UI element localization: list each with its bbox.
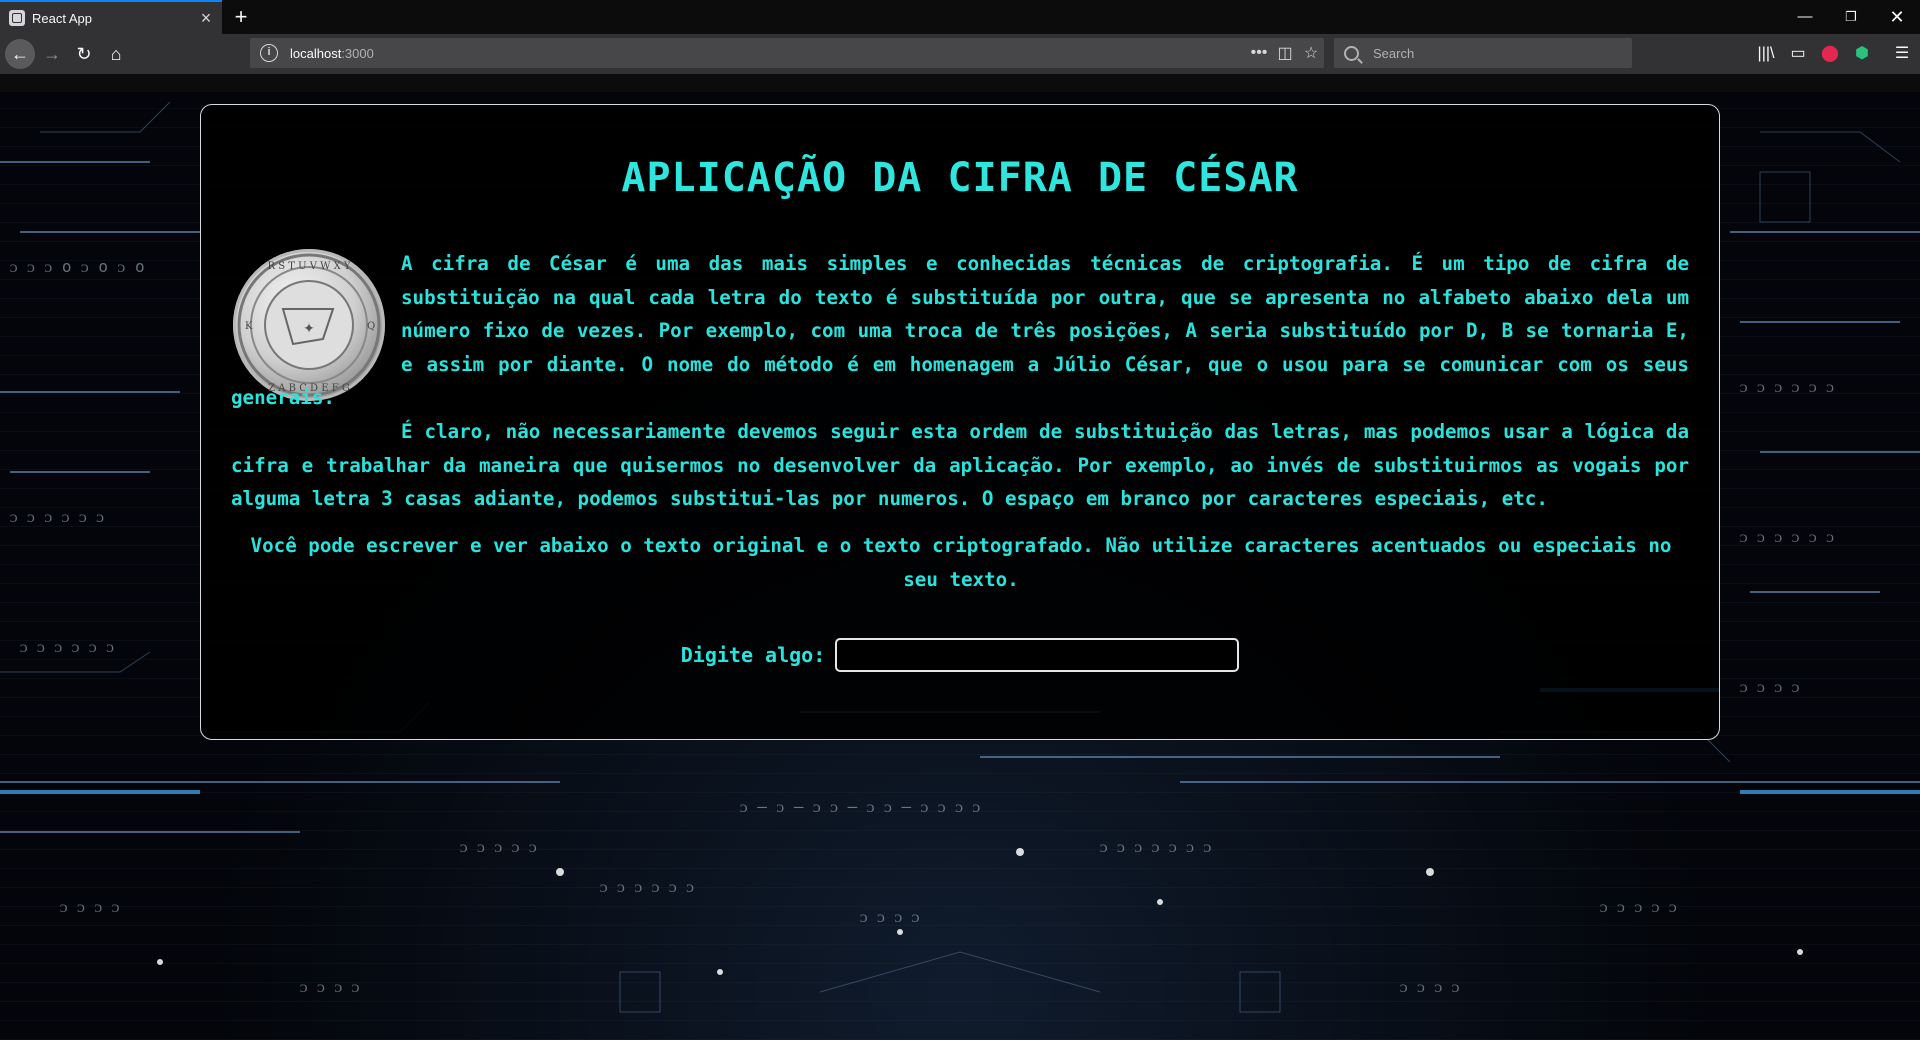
- svg-text:ᴐ ᴐ ᴐ ᴐ ᴐ: ᴐ ᴐ ᴐ ᴐ ᴐ: [1600, 897, 1677, 916]
- instructions-text: Você pode escrever e ver abaixo o texto …: [250, 534, 1672, 591]
- url-host: localhost: [290, 45, 342, 61]
- svg-text:ᴐ ᴐ ᴐ o ᴐ o ᴐ o: ᴐ ᴐ ᴐ o ᴐ o ᴐ o: [10, 257, 145, 276]
- svg-text:ᴐ ᴐ ᴐ ᴐ: ᴐ ᴐ ᴐ ᴐ: [60, 897, 120, 916]
- svg-text:ᴐ ᴐ ᴐ ᴐ ᴐ ᴐ ᴐ: ᴐ ᴐ ᴐ ᴐ ᴐ ᴐ ᴐ: [1100, 837, 1211, 856]
- shield-extension-icon[interactable]: ⬢: [1848, 40, 1876, 68]
- tab-react-app[interactable]: React App ×: [0, 0, 222, 34]
- toolbar-separator: [0, 74, 1920, 92]
- bookmark-star-icon[interactable]: ☆: [1298, 43, 1324, 63]
- navigation-toolbar: ← → ↻ ⌂ i localhost:3000 ••• ◫ ☆ Search …: [0, 34, 1920, 74]
- svg-text:ᴐ ᴐ ᴐ ᴐ: ᴐ ᴐ ᴐ ᴐ: [860, 907, 920, 926]
- search-icon: [1344, 45, 1359, 61]
- svg-text:ᴐ ᴐ ᴐ ᴐ ᴐ ᴐ: ᴐ ᴐ ᴐ ᴐ ᴐ ᴐ: [600, 877, 694, 896]
- svg-text:ᴐ — ᴐ — ᴐ ᴐ — ᴐ ᴐ — ᴐ ᴐ ᴐ ᴐ: ᴐ — ᴐ — ᴐ ᴐ — ᴐ ᴐ — ᴐ ᴐ ᴐ ᴐ: [740, 797, 980, 816]
- svg-text:ᴐ ᴐ ᴐ ᴐ ᴐ ᴐ: ᴐ ᴐ ᴐ ᴐ ᴐ ᴐ: [1740, 377, 1834, 396]
- restore-window-button[interactable]: ❐: [1828, 0, 1874, 34]
- home-button[interactable]: ⌂: [102, 40, 130, 68]
- library-icon[interactable]: |||\: [1752, 40, 1780, 68]
- page-viewport: ᴐ ᴐ ᴐ o ᴐ o ᴐ o ᴐ ᴐ ᴐ ᴐ ᴐ ᴐ ᴐ ᴐ ᴐ ᴐ ᴐ ᴐ ᴐ …: [0, 92, 1920, 1040]
- close-tab-icon[interactable]: ×: [196, 8, 216, 28]
- forward-button[interactable]: →: [38, 40, 66, 68]
- svg-text:ᴐ ᴐ ᴐ ᴐ: ᴐ ᴐ ᴐ ᴐ: [300, 977, 360, 996]
- page-title: APLICAÇÃO DA CIFRA DE CÉSAR: [621, 155, 1299, 201]
- pocket-icon[interactable]: ◫: [1272, 43, 1298, 63]
- url-port: :3000: [341, 45, 374, 61]
- search-bar[interactable]: Search: [1334, 38, 1632, 68]
- svg-text:ᴐ ᴐ ᴐ ᴐ: ᴐ ᴐ ᴐ ᴐ: [1400, 977, 1460, 996]
- svg-text:ᴐ ᴐ ᴐ ᴐ: ᴐ ᴐ ᴐ ᴐ: [1740, 677, 1800, 696]
- svg-text:ᴐ ᴐ ᴐ ᴐ ᴐ: ᴐ ᴐ ᴐ ᴐ ᴐ: [460, 837, 537, 856]
- back-button[interactable]: ←: [5, 39, 35, 69]
- sidebar-icon[interactable]: ▭: [1784, 40, 1812, 68]
- description-paragraph-1: A cifra de César é uma das mais simples …: [231, 252, 1689, 410]
- address-bar[interactable]: i localhost:3000 ••• ◫ ☆: [250, 38, 1324, 68]
- page-actions-icon[interactable]: •••: [1246, 44, 1272, 62]
- svg-text:ᴐ ᴐ ᴐ ᴐ ᴐ ᴐ: ᴐ ᴐ ᴐ ᴐ ᴐ ᴐ: [10, 507, 104, 526]
- url-text[interactable]: localhost:3000: [290, 46, 1246, 61]
- menu-hamburger-icon[interactable]: ☰: [1888, 40, 1916, 68]
- svg-text:ᴐ ᴐ ᴐ ᴐ ᴐ ᴐ: ᴐ ᴐ ᴐ ᴐ ᴐ ᴐ: [1740, 527, 1834, 546]
- minimize-window-button[interactable]: —: [1782, 0, 1828, 34]
- search-placeholder: Search: [1373, 45, 1415, 61]
- tab-title: React App: [32, 10, 92, 26]
- reload-button[interactable]: ↻: [70, 40, 98, 68]
- cipher-card: APLICAÇÃO DA CIFRA DE CÉSAR R S T U V W …: [200, 104, 1720, 740]
- description-paragraph-2: É claro, não necessariamente devemos seg…: [231, 419, 1689, 511]
- favicon-icon: [9, 10, 25, 26]
- tab-bar: React App × + — ❐ ✕: [0, 0, 1920, 34]
- svg-text:ᴐ ᴐ ᴐ ᴐ ᴐ ᴐ: ᴐ ᴐ ᴐ ᴐ ᴐ ᴐ: [20, 637, 114, 656]
- ublock-extension-icon[interactable]: ⬤: [1816, 40, 1844, 68]
- browser-chrome: React App × + — ❐ ✕ ← → ↻ ⌂ i localhost:…: [0, 0, 1920, 92]
- site-info-icon[interactable]: i: [260, 44, 278, 62]
- input-row: Digite algo:: [201, 637, 1719, 673]
- new-tab-button[interactable]: +: [228, 4, 254, 30]
- input-label: Digite algo:: [680, 643, 826, 667]
- cipher-text-input[interactable]: [835, 638, 1240, 672]
- close-window-button[interactable]: ✕: [1874, 0, 1920, 34]
- description-text: A cifra de César é uma das mais simples …: [231, 247, 1689, 516]
